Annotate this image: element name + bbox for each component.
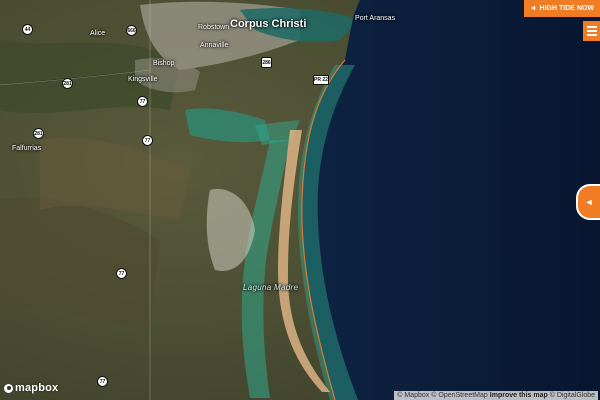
place-annaville: Annaville [200, 42, 229, 49]
route-shield-286: 286 [261, 57, 272, 68]
route-shield-281b: 281 [33, 128, 44, 139]
route-shield-77a: 77 [137, 96, 148, 107]
route-shield-pr22: PR 22 [313, 75, 329, 85]
attribution-mapbox-link[interactable]: © Mapbox [397, 392, 429, 399]
side-panel-toggle[interactable]: ◄ [576, 184, 600, 220]
route-shield-77c: 77 [116, 268, 127, 279]
route-shield-77d: 77 [97, 376, 108, 387]
left-arrow-icon: ◄ [584, 197, 594, 207]
menu-line [586, 30, 597, 32]
attribution-digitalglobe-link[interactable]: © DigitalGlobe [550, 392, 595, 399]
satellite-map[interactable]: Corpus Christi Port Aransas Alice Kingsv… [0, 0, 600, 400]
place-robstown: Robstown [198, 24, 230, 31]
menu-line [586, 26, 597, 28]
attribution-osm-link[interactable]: © OpenStreetMap [431, 392, 488, 399]
route-shield-44: 44 [22, 24, 33, 35]
place-laguna-madre: Laguna Madre [243, 283, 299, 292]
mapbox-logo[interactable]: mapbox [4, 382, 58, 394]
route-shield-77b: 77 [142, 135, 153, 146]
place-port-aransas: Port Aransas [355, 15, 396, 22]
route-shield-281a: 281 [62, 78, 73, 89]
map-attribution: © Mapbox © OpenStreetMap Improve this ma… [394, 391, 598, 400]
place-kingsville: Kingsville [128, 76, 158, 83]
improve-map-link[interactable]: Improve this map [490, 392, 548, 399]
place-alice: Alice [90, 30, 106, 37]
place-bishop: Bishop [153, 60, 175, 67]
map-imagery [0, 0, 600, 400]
mapbox-logo-text: mapbox [15, 382, 59, 394]
menu-line [586, 34, 597, 36]
place-corpus-christi: Corpus Christi [230, 18, 307, 30]
left-arrow-icon: ◄ [529, 5, 537, 12]
gulf-of-mexico [301, 0, 600, 400]
high-tide-label: HIGH TIDE NOW [539, 5, 594, 12]
mapbox-logo-icon [4, 383, 13, 393]
place-falfurrias: Falfurrias [12, 145, 42, 152]
route-shield-666: 666 [126, 25, 137, 36]
hamburger-menu-icon[interactable] [583, 21, 600, 41]
high-tide-button[interactable]: ◄ HIGH TIDE NOW [523, 0, 600, 17]
